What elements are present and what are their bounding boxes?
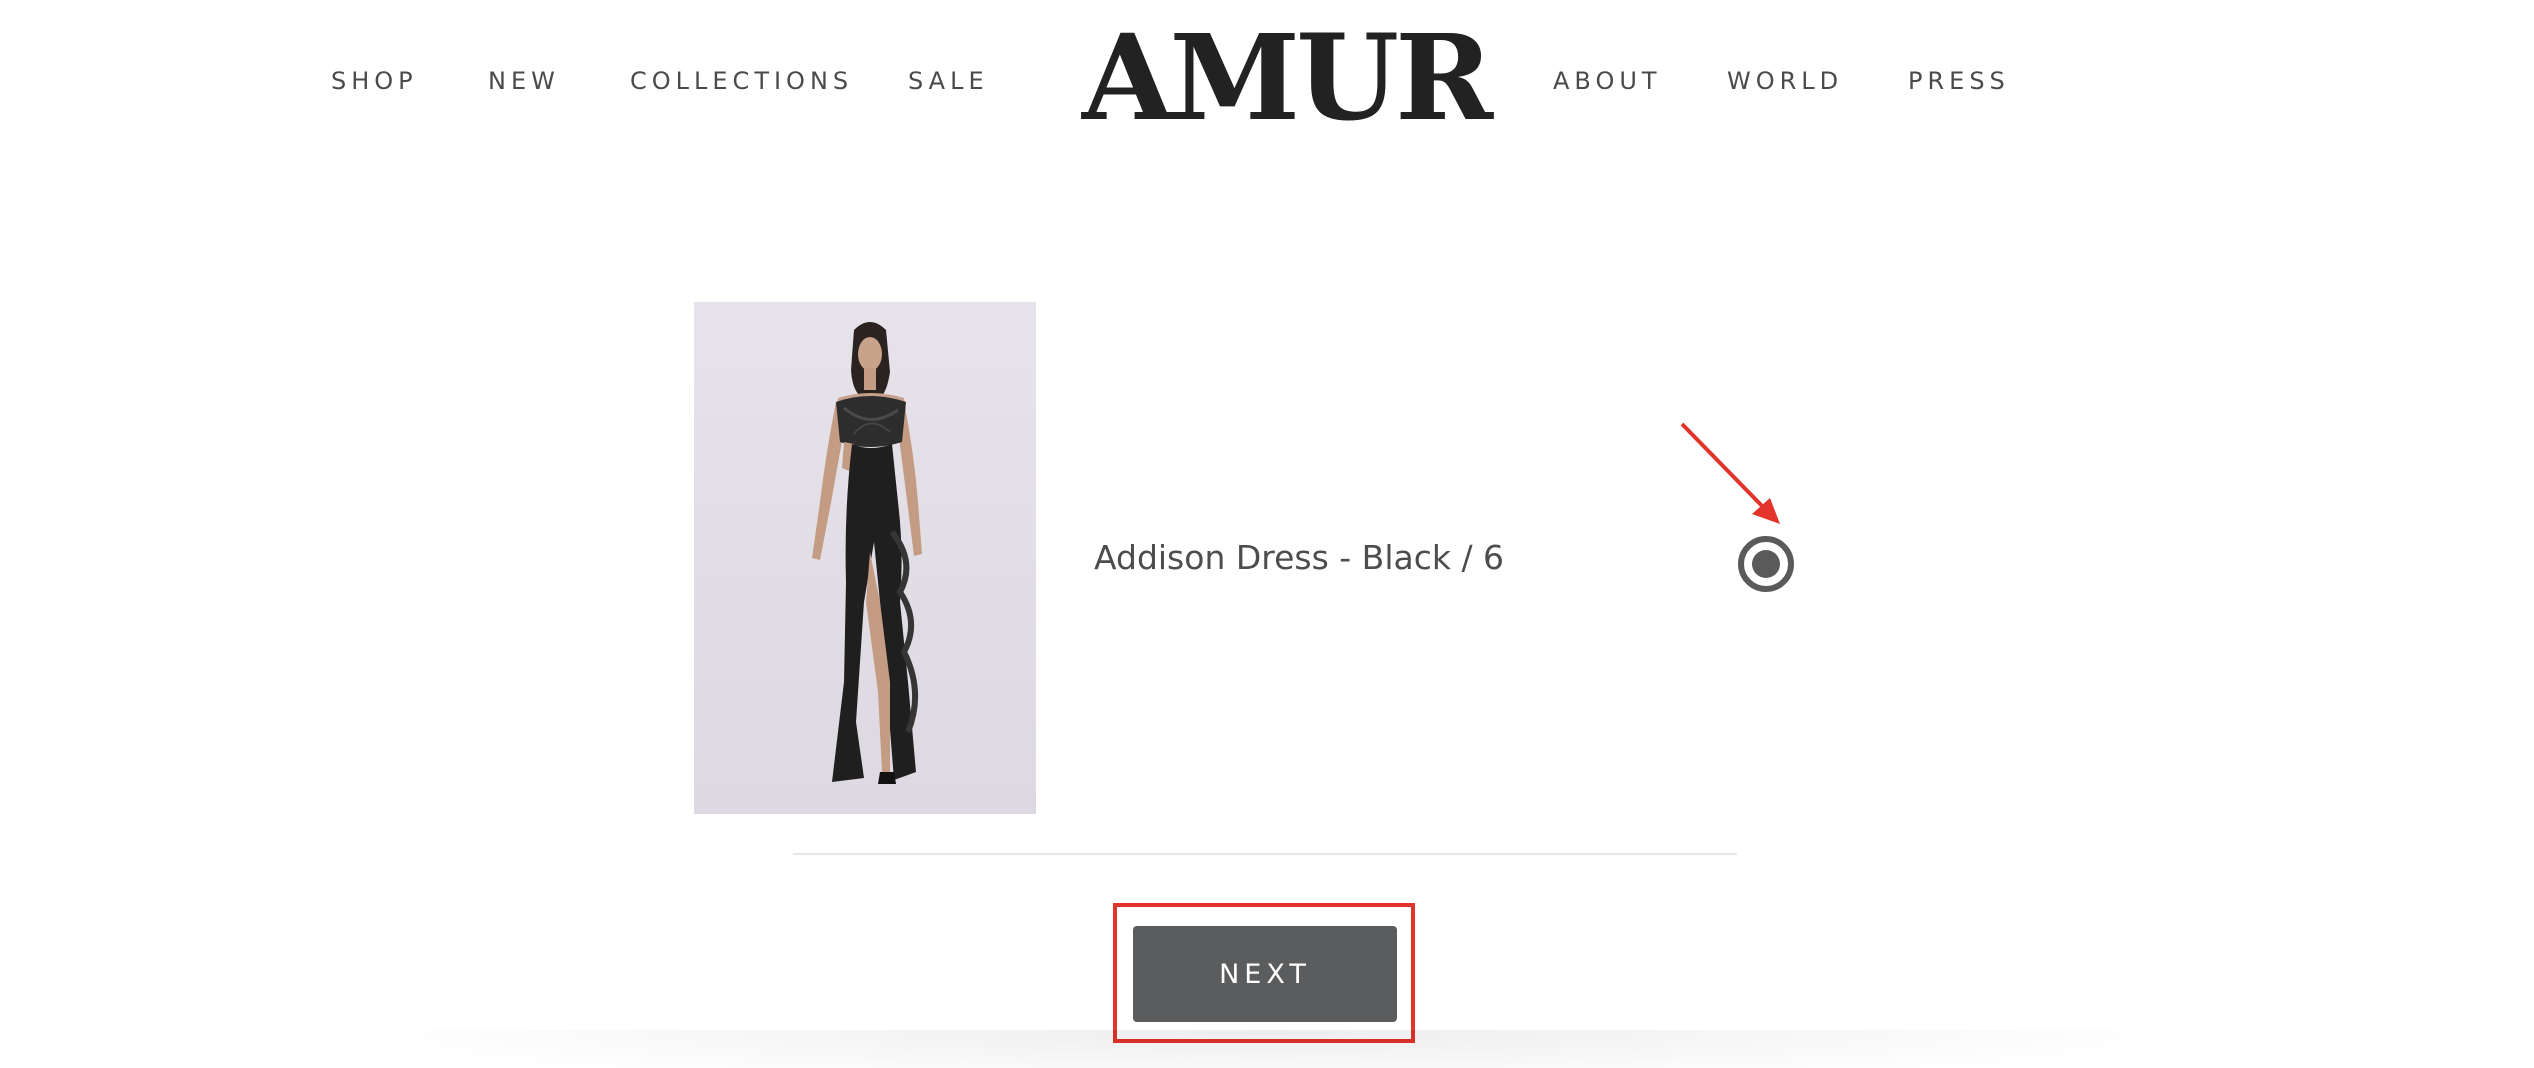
dress-model-illustration xyxy=(812,322,922,784)
page: SHOP NEW COLLECTIONS SALE AMUR ABOUT WOR… xyxy=(0,0,2534,1068)
nav-world[interactable]: WORLD xyxy=(1727,66,1843,96)
nav-shop[interactable]: SHOP xyxy=(331,66,418,96)
divider xyxy=(793,853,1737,855)
site-logo[interactable]: AMUR xyxy=(1082,18,1493,138)
product-image xyxy=(694,302,1036,814)
nav-collections[interactable]: COLLECTIONS xyxy=(630,66,853,96)
site-header: SHOP NEW COLLECTIONS SALE AMUR ABOUT WOR… xyxy=(0,0,2534,160)
product-name: Addison Dress - Black / 6 xyxy=(1094,538,1505,577)
radio-selected-icon[interactable] xyxy=(1737,535,1795,593)
nav-sale[interactable]: SALE xyxy=(908,66,989,96)
red-arrow-annotation xyxy=(1680,422,1780,524)
nav-press[interactable]: PRESS xyxy=(1908,66,2010,96)
next-button[interactable]: NEXT xyxy=(1133,926,1397,1022)
nav-new[interactable]: NEW xyxy=(488,66,560,96)
nav-about[interactable]: ABOUT xyxy=(1553,66,1662,96)
